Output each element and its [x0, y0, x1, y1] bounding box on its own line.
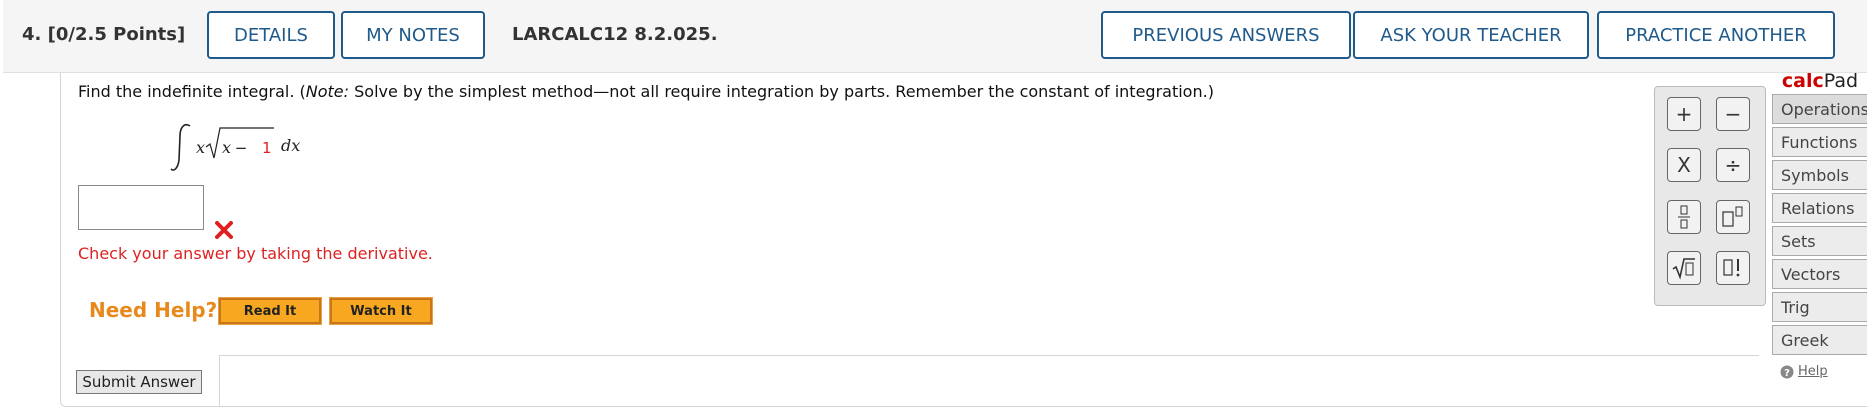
tab-relations[interactable]: Relations [1772, 193, 1867, 223]
question-card [60, 73, 1867, 407]
plus-key[interactable]: + [1667, 97, 1701, 131]
details-button[interactable]: DETAILS [207, 11, 335, 59]
fraction-key[interactable] [1667, 200, 1701, 234]
tab-symbols[interactable]: Symbols [1772, 160, 1867, 190]
practice-another-button[interactable]: PRACTICE ANOTHER [1597, 11, 1835, 59]
calcpad-help-link[interactable]: ? Help [1780, 364, 1828, 379]
submit-answer-button[interactable]: Submit Answer [76, 370, 202, 394]
points-badge: [0/2.5 Points] [47, 24, 186, 45]
ask-your-teacher-button[interactable]: ASK YOUR TEACHER [1353, 11, 1589, 59]
calcpad-title-calc: calc [1781, 70, 1824, 92]
fraction-icon [1678, 205, 1690, 229]
answer-input[interactable] [78, 185, 204, 230]
divide-key[interactable]: ÷ [1716, 148, 1750, 182]
read-it-button[interactable]: Read It [218, 297, 322, 325]
question-number: 4. [0/2.5 Points] [22, 24, 185, 45]
sqrt-key[interactable] [1667, 251, 1701, 285]
tab-functions[interactable]: Functions [1772, 127, 1867, 157]
integral-variable: x [196, 138, 205, 157]
power-key[interactable] [1716, 200, 1750, 234]
question-prompt: Find the indefinite integral. (Note: Sol… [78, 82, 1214, 101]
watch-it-button[interactable]: Watch It [329, 297, 433, 325]
calcpad-title-pad: Pad [1823, 70, 1859, 92]
my-notes-button[interactable]: MY NOTES [341, 11, 485, 59]
help-circle-icon: ? [1780, 365, 1794, 379]
integral-sign-icon [170, 123, 191, 171]
tab-operations[interactable]: Operations [1772, 94, 1867, 124]
integral-expression: x x − 1 dx [170, 123, 300, 171]
radicand-constant: 1 [262, 139, 272, 157]
power-icon [1722, 206, 1743, 227]
integral-dx: dx [281, 136, 300, 155]
times-key[interactable]: X [1667, 148, 1701, 182]
tab-vectors[interactable]: Vectors [1772, 259, 1867, 289]
minus-key[interactable]: − [1716, 97, 1750, 131]
sqrt-icon [1672, 258, 1695, 280]
tab-trig[interactable]: Trig [1772, 292, 1867, 322]
need-help-label: Need Help? [89, 298, 218, 322]
feedback-message: Check your answer by taking the derivati… [78, 244, 433, 263]
tab-sets[interactable]: Sets [1772, 226, 1867, 256]
radicand-minus: − [230, 139, 252, 157]
incorrect-x-icon [215, 221, 233, 239]
prompt-note: Note: [305, 82, 350, 101]
tab-greek[interactable]: Greek [1772, 325, 1867, 355]
prompt-text-pre: Find the indefinite integral. ( [78, 82, 306, 101]
calcpad-help-label: Help [1798, 364, 1828, 379]
card-divider-vertical [219, 355, 220, 407]
factorial-key[interactable] [1716, 251, 1750, 285]
prompt-text-post: Solve by the simplest method—not all req… [349, 82, 1214, 101]
svg-text:?: ? [1784, 368, 1790, 379]
card-divider [219, 355, 1759, 356]
problem-code: LARCALC12 8.2.025. [512, 24, 718, 45]
factorial-icon [1723, 259, 1740, 277]
calcpad-title: calcPad [1773, 70, 1867, 92]
previous-answers-button[interactable]: PREVIOUS ANSWERS [1101, 11, 1351, 59]
question-number-text: 4. [22, 24, 42, 45]
